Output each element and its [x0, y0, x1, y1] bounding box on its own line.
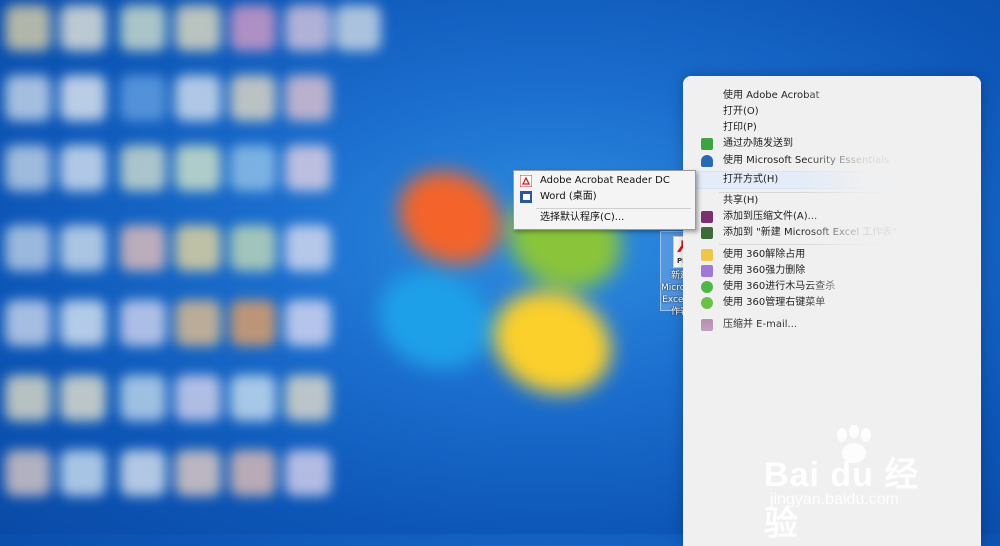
- menu-item-add-to-named-archive[interactable]: 添加到 "新建 Microsoft Excel 工作表": [683, 225, 981, 241]
- desktop-icon: [5, 145, 51, 191]
- desktop-icon: [230, 145, 276, 191]
- desktop-icon: [5, 300, 51, 346]
- menu-item-360-unlock[interactable]: 使用 360解除占用: [683, 247, 981, 263]
- desktop-icon: [5, 75, 51, 121]
- desktop-icon: [60, 5, 106, 51]
- menu-item-360-trojan-scan[interactable]: 使用 360进行木马云查杀: [683, 279, 981, 295]
- submenu-separator: [536, 208, 691, 209]
- windows-logo-yellow: [488, 282, 617, 403]
- submenu-item-word[interactable]: Word (桌面): [516, 189, 693, 205]
- 360-manage-icon: [701, 297, 713, 309]
- desktop-icon: [230, 450, 276, 496]
- desktop-icon: [285, 225, 331, 271]
- menu-item-print[interactable]: 打印(P): [683, 120, 981, 136]
- menu-item-open-with[interactable]: 打开方式(H): [683, 171, 981, 189]
- menu-item-360-force-delete[interactable]: 使用 360强力删除: [683, 263, 981, 279]
- security-essentials-icon: [701, 155, 713, 167]
- menu-item-open[interactable]: 打开(O): [683, 104, 981, 120]
- submenu-item-acrobat[interactable]: Adobe Acrobat Reader DC: [516, 173, 693, 189]
- desktop-icon: [120, 450, 166, 496]
- blurred-desktop-icons: [0, 0, 381, 534]
- 360-delete-icon: [701, 265, 713, 277]
- 360-unlock-icon: [701, 249, 713, 261]
- acrobat-icon: [520, 175, 532, 187]
- windows-logo-red: [393, 163, 507, 272]
- baidu-watermark: Bai du 经验 jingyan.baidu.com: [764, 425, 954, 543]
- desktop-icon: [120, 145, 166, 191]
- desktop-icon: [285, 450, 331, 496]
- desktop-icon: [175, 375, 221, 421]
- menu-item-use-adobe[interactable]: 使用 Adobe Acrobat: [683, 88, 981, 104]
- 360-scan-icon: [701, 281, 713, 293]
- desktop-icon: [230, 375, 276, 421]
- menu-separator: [719, 244, 969, 245]
- send-icon: [701, 138, 713, 150]
- desktop-icon: [175, 145, 221, 191]
- winrar-icon: [701, 211, 713, 223]
- desktop-icon: [120, 75, 166, 121]
- desktop-icon: [60, 145, 106, 191]
- desktop-icon: [285, 145, 331, 191]
- desktop-icon: [120, 300, 166, 346]
- desktop-icon: [230, 300, 276, 346]
- desktop-icon: [285, 375, 331, 421]
- menu-item-security-essentials[interactable]: 使用 Microsoft Security Essentials: [683, 153, 981, 169]
- open-with-submenu: Adobe Acrobat Reader DC Word (桌面) 选择默认程序…: [513, 170, 696, 230]
- desktop-icon: [285, 300, 331, 346]
- desktop-icon: [60, 450, 106, 496]
- watermark-url: jingyan.baidu.com: [770, 491, 899, 508]
- menu-item-compress-email[interactable]: 压缩并 E-mail...: [683, 317, 981, 333]
- desktop-icon: [60, 300, 106, 346]
- menu-item-360-manage-menu[interactable]: 使用 360管理右键菜单: [683, 295, 981, 311]
- word-icon: [520, 191, 532, 203]
- desktop-icon: [230, 75, 276, 121]
- desktop-icon: [5, 5, 51, 51]
- desktop-icon: [230, 5, 276, 51]
- desktop-icon: [230, 225, 276, 271]
- menu-item-share[interactable]: 共享(H): [683, 193, 981, 209]
- desktop-icon: [335, 5, 381, 51]
- winrar-icon: [701, 227, 713, 239]
- winrar-icon: [701, 319, 713, 331]
- desktop-icon: [5, 375, 51, 421]
- desktop-icon: [60, 225, 106, 271]
- submenu-item-choose-default[interactable]: 选择默认程序(C)...: [516, 210, 693, 226]
- menu-item-send-via[interactable]: 通过办随发送到: [683, 136, 981, 152]
- desktop-icon: [60, 75, 106, 121]
- desktop-icon: [175, 5, 221, 51]
- desktop-icon: [285, 5, 331, 51]
- windows-logo-blue: [373, 262, 497, 378]
- desktop-icon: [285, 75, 331, 121]
- desktop-icon: [120, 5, 166, 51]
- desktop-icon: [175, 300, 221, 346]
- menu-item-add-to-archive[interactable]: 添加到压缩文件(A)...: [683, 209, 981, 225]
- desktop-icon: [175, 225, 221, 271]
- desktop-icon: [5, 450, 51, 496]
- desktop-icon: [60, 375, 106, 421]
- desktop-icon: [175, 450, 221, 496]
- desktop-icon: [120, 375, 166, 421]
- desktop-icon: [175, 75, 221, 121]
- desktop-icon: [5, 225, 51, 271]
- desktop-icon: [120, 225, 166, 271]
